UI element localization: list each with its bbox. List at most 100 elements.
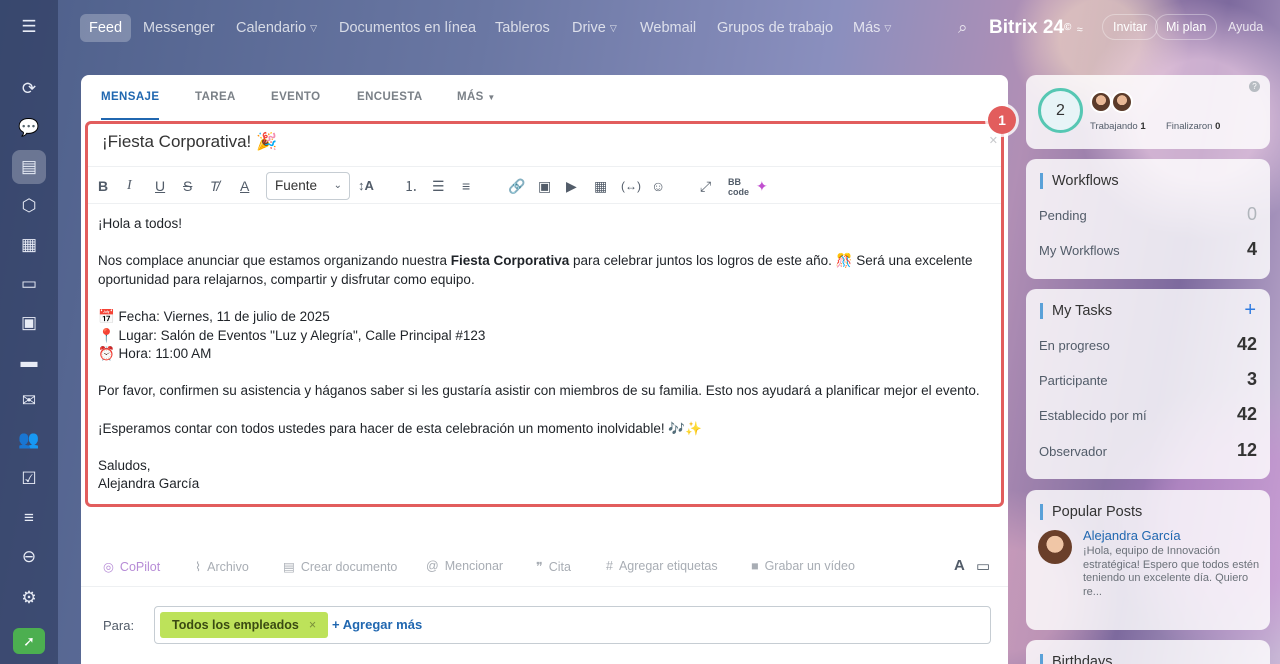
avatar[interactable] xyxy=(1038,530,1072,564)
bullet-list-icon[interactable]: ☰ xyxy=(432,177,445,195)
nav-grupos[interactable]: Grupos de trabajo xyxy=(717,14,833,42)
subject-input[interactable]: ¡Fiesta Corporativa! 🎉 xyxy=(102,132,277,152)
link-icon[interactable]: 🔗 xyxy=(508,177,525,195)
chevron-down-icon: ⌄ xyxy=(333,180,342,191)
nav-messenger[interactable]: Messenger xyxy=(143,14,215,42)
paragraph-4: ¡Esperamos contar con todos ustedes para… xyxy=(98,420,702,436)
bold-icon[interactable]: B xyxy=(98,177,108,195)
font-select[interactable]: Fuente ⌄ xyxy=(266,172,350,200)
message-editor[interactable]: ¡Fiesta Corporativa! 🎉 ✕ B I U S T̸ A Fu… xyxy=(85,121,1004,507)
video-icon[interactable]: ▶ xyxy=(566,177,577,195)
callout-badge: 1 xyxy=(988,106,1016,134)
record-video-button[interactable]: ■ Grabar un vídeo xyxy=(751,559,855,573)
task-row[interactable]: Observador 12 xyxy=(1039,440,1257,460)
weather-icon: ≈ xyxy=(1076,24,1083,36)
copilot-icon: ◎ xyxy=(103,560,114,574)
help-link[interactable]: Ayuda xyxy=(1228,14,1263,40)
message-body[interactable]: ¡Hola a todos! Nos complace anunciar que… xyxy=(98,215,988,513)
text-color-icon[interactable]: A xyxy=(240,177,249,195)
table-icon[interactable]: ▦ xyxy=(594,177,607,195)
nav-mas[interactable]: Más ▽ xyxy=(853,14,891,42)
quote-button[interactable]: ❞ Cita xyxy=(536,559,571,574)
feed-icon[interactable]: ⟳ xyxy=(12,72,46,106)
nav-drive[interactable]: Drive ▽ xyxy=(572,14,617,42)
invite-button[interactable]: Invitar xyxy=(1102,14,1159,40)
avatar[interactable] xyxy=(1111,91,1133,113)
checkbox-icon[interactable]: ☑ xyxy=(12,462,46,496)
card-icon[interactable]: ▬ xyxy=(12,345,46,379)
align-icon[interactable]: ≡ xyxy=(462,177,470,195)
task-row[interactable]: En progreso 42 xyxy=(1039,334,1257,354)
workflows-widget: Workflows Pending 0 My Workflows 4 xyxy=(1026,159,1270,279)
tags-button[interactable]: # Agregar etiquetas xyxy=(606,559,718,573)
italic-icon[interactable]: I xyxy=(127,177,132,195)
file-button[interactable]: ⌇ Archivo xyxy=(195,559,249,574)
image-icon[interactable]: ▣ xyxy=(538,177,551,195)
nav-tableros[interactable]: Tableros xyxy=(495,14,550,42)
top-nav: Feed Messenger Calendario ▽ Documentos en… xyxy=(58,0,1280,54)
task-row[interactable]: Establecido por mí 42 xyxy=(1039,404,1257,424)
clear-format-icon[interactable]: T̸ xyxy=(210,177,219,195)
filter-icon[interactable]: ≡ xyxy=(12,501,46,535)
create-document-button[interactable]: ▤ Crear documento xyxy=(283,559,397,574)
text-format-icon[interactable]: A xyxy=(954,557,965,574)
emoji-icon[interactable]: ☺ xyxy=(651,177,665,195)
team-count[interactable]: 2 xyxy=(1038,88,1083,133)
recipients-field[interactable]: Todos los empleados × + Agregar más xyxy=(154,606,991,644)
avatar[interactable] xyxy=(1090,91,1112,113)
help-icon[interactable]: ? xyxy=(1249,81,1260,92)
remove-chip-icon[interactable]: × xyxy=(309,618,316,632)
search-icon[interactable]: ⌕ xyxy=(958,14,968,42)
rocket-icon[interactable]: ➚ xyxy=(13,628,45,654)
post-preview[interactable]: ¡Hola, equipo de Innovación estratégica!… xyxy=(1083,545,1261,599)
workflow-row[interactable]: Pending 0 xyxy=(1039,204,1257,224)
ai-image-icon[interactable]: ✦ xyxy=(756,177,768,195)
numbered-list-icon[interactable]: ⒈ xyxy=(404,177,418,195)
nav-documentos[interactable]: Documentos en línea xyxy=(339,14,476,42)
code-icon[interactable]: (↔) xyxy=(621,177,641,195)
team-widget: ? 2 Trabajando 1 Finalizaron 0 xyxy=(1026,75,1270,149)
format-toolbar: B I U S T̸ A Fuente ⌄ ↕A ⒈ ☰ ≡ 🔗 ▣ ▶ ▦ (↔… xyxy=(88,166,1001,204)
nav-webmail[interactable]: Webmail xyxy=(640,14,696,42)
tab-evento[interactable]: EVENTO xyxy=(271,91,320,103)
document-icon: ▤ xyxy=(283,560,295,574)
nav-feed[interactable]: Feed xyxy=(80,14,132,42)
users-icon[interactable]: 👥 xyxy=(12,423,46,457)
mail-icon[interactable]: ✉ xyxy=(12,384,46,418)
underline-icon[interactable]: U xyxy=(155,177,165,195)
to-label: Para: xyxy=(103,618,135,633)
post-author-link[interactable]: Alejandra García xyxy=(1083,528,1181,543)
nav-calendario[interactable]: Calendario ▽ xyxy=(236,14,317,42)
add-more-link[interactable]: + Agregar más xyxy=(332,617,422,632)
bbcode-icon[interactable]: BB code xyxy=(728,177,749,197)
signature-block: Saludos, Alejandra García xyxy=(98,457,200,492)
add-task-icon[interactable]: + xyxy=(1244,299,1256,322)
chevron-down-icon: ▽ xyxy=(310,23,318,34)
recipient-chip[interactable]: Todos los empleados × xyxy=(160,612,329,638)
my-plan-button[interactable]: Mi plan xyxy=(1155,14,1218,40)
calendar-icon[interactable]: ▦ xyxy=(12,228,46,262)
brand-logo[interactable]: Bitrix 24© ≈ xyxy=(989,14,1083,44)
document-icon[interactable]: ▤ xyxy=(12,150,46,184)
file-icon[interactable]: ▭ xyxy=(12,267,46,301)
tab-tarea[interactable]: TAREA xyxy=(195,91,236,103)
tab-mas[interactable]: MÁS ▼ xyxy=(457,91,496,103)
board-icon[interactable]: ▣ xyxy=(12,306,46,340)
mention-button[interactable]: @ Mencionar xyxy=(426,559,503,573)
tab-mensaje[interactable]: MENSAJE xyxy=(101,91,160,120)
menu-icon[interactable]: ☰ xyxy=(12,10,46,44)
strikethrough-icon[interactable]: S xyxy=(183,177,192,195)
chat-icon[interactable]: 💬 xyxy=(12,111,46,145)
robot-icon[interactable]: ⊖ xyxy=(12,540,46,574)
paragraph-3: Por favor, confirmen su asistencia y hág… xyxy=(98,383,980,399)
gear-icon[interactable]: ⚙ xyxy=(12,581,46,615)
font-size-icon[interactable]: ↕A xyxy=(358,177,374,195)
hexagon-icon[interactable]: ⬡ xyxy=(12,189,46,223)
copilot-button[interactable]: ◎ CoPilot xyxy=(103,559,160,574)
close-icon[interactable]: ✕ xyxy=(989,134,998,147)
tab-encuesta[interactable]: ENCUESTA xyxy=(357,91,423,103)
task-row[interactable]: Participante 3 xyxy=(1039,369,1257,389)
panel-icon[interactable]: ▭ xyxy=(976,557,990,575)
workflow-row[interactable]: My Workflows 4 xyxy=(1039,239,1257,259)
fullscreen-icon[interactable]: ⤢ xyxy=(700,177,711,195)
